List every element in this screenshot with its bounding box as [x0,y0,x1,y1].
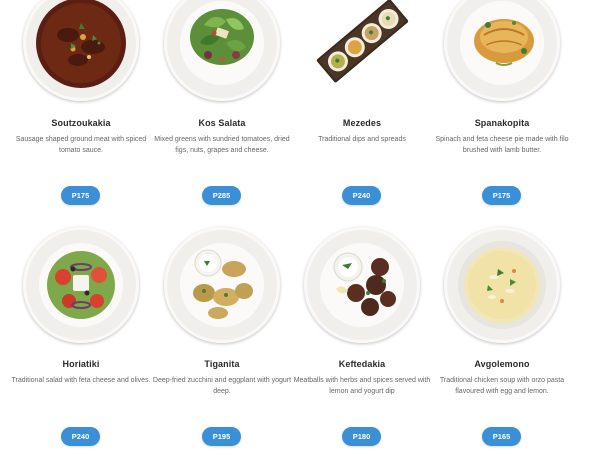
keftedakia-dish-icon [304,227,420,343]
menu-item-avgolemono: Avgolemono Traditional chicken soup with… [432,0,572,446]
menu-grid: Soutzoukakia Sausage shaped ground meat … [0,0,606,456]
menu-item-tiganita: Tiganita Deep-fried zucchini and eggplan… [152,0,292,446]
dish-name: Keftedakia [338,359,386,369]
menu-item-keftedakia: Keftedakia Meatballs with herbs and spic… [292,0,432,446]
horiatiki-dish-icon [23,227,139,343]
dish-description: Traditional salad with feta cheese and o… [11,377,151,384]
price-button[interactable]: P165 [482,427,521,446]
price-button[interactable]: P195 [202,427,241,446]
dish-name: Avgolemono [474,359,530,369]
dish-name: Tiganita [204,359,240,369]
dish-description: Traditional chicken soup with orzo pasta… [439,377,565,395]
dish-description: Meatballs with herbs and spices served w… [293,377,431,395]
avgolemono-soup-icon [444,227,560,343]
tiganita-dish-icon [164,227,280,343]
dish-name: Horiatiki [62,359,100,369]
menu-item-horiatiki: Horiatiki Traditional salad with feta ch… [11,0,151,446]
dish-description: Deep-fried zucchini and eggplant with yo… [152,377,292,395]
price-button[interactable]: P180 [342,427,381,446]
price-button[interactable]: P240 [61,427,100,446]
